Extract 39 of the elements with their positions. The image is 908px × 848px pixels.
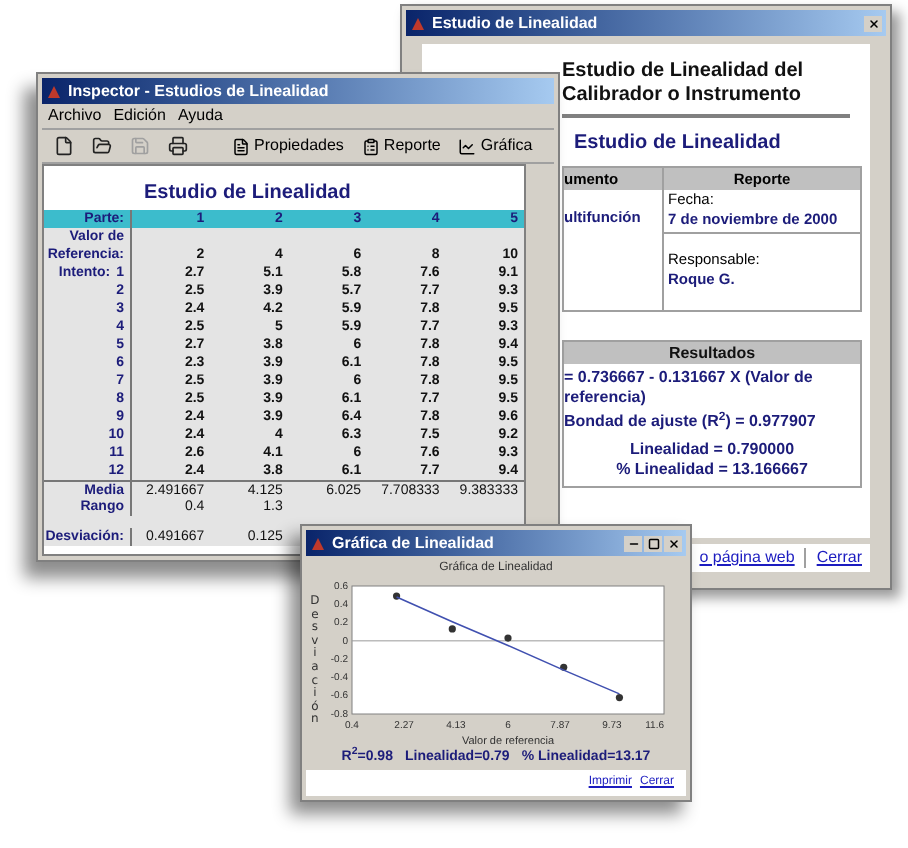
data-point: [392, 592, 400, 600]
result-line: Bondad de ajuste (R$^{2}$) = 0.977907: [564, 412, 818, 432]
toolbar-button[interactable]: Reporte: [357, 137, 445, 155]
app-icon: [310, 535, 326, 551]
toolbar-button[interactable]: Propiedades: [228, 137, 348, 155]
document-icon: [232, 137, 250, 155]
clipboard-icon: [361, 137, 380, 155]
app-icon: [410, 15, 426, 31]
window-title: Estudio de Linealidad: [432, 15, 598, 31]
result-line: % Linealidad = 13.166667: [614, 460, 810, 480]
report-link[interactable]: Cerrar: [816, 546, 862, 570]
maximize-icon: [647, 537, 659, 549]
minimize-button[interactable]: [624, 535, 642, 551]
menu-item[interactable]: Archivo: [48, 108, 102, 124]
report-subheading: Estudio de Linealidad: [572, 130, 783, 158]
result-line: = 0.736667 - 0.131667 X (Valor de referencia): [564, 368, 815, 408]
app-icon: [46, 83, 62, 99]
chart-icon: [458, 137, 477, 155]
results-header: Resultados: [564, 342, 860, 364]
toolbar-button[interactable]: Gráfica: [454, 137, 537, 155]
report-link[interactable]: o página web: [699, 546, 795, 570]
menu-item[interactable]: Ayuda: [177, 108, 223, 124]
report-heading: Estudio de Linealidad del Calibrador o Instrumento: [562, 60, 806, 108]
close-icon: [867, 17, 879, 29]
inspector-heading: Estudio de Linealidad: [142, 180, 353, 208]
maximize-button[interactable]: [644, 535, 662, 551]
close-button[interactable]: [864, 15, 882, 31]
close-icon: [667, 537, 679, 549]
result-line: Linealidad = 0.790000: [627, 440, 797, 460]
window-title: Inspector - Estudios de Linealidad: [68, 83, 329, 99]
menu-item[interactable]: Edición: [113, 108, 166, 124]
minimize-icon: [627, 537, 639, 549]
data-point: [559, 663, 568, 671]
data-point: [504, 634, 512, 642]
data-point: [448, 625, 456, 633]
close-button[interactable]: [664, 535, 682, 551]
printer-button[interactable]: [164, 132, 192, 160]
data-point: [615, 693, 623, 702]
window-title: Gráfica de Linealidad: [332, 535, 494, 551]
